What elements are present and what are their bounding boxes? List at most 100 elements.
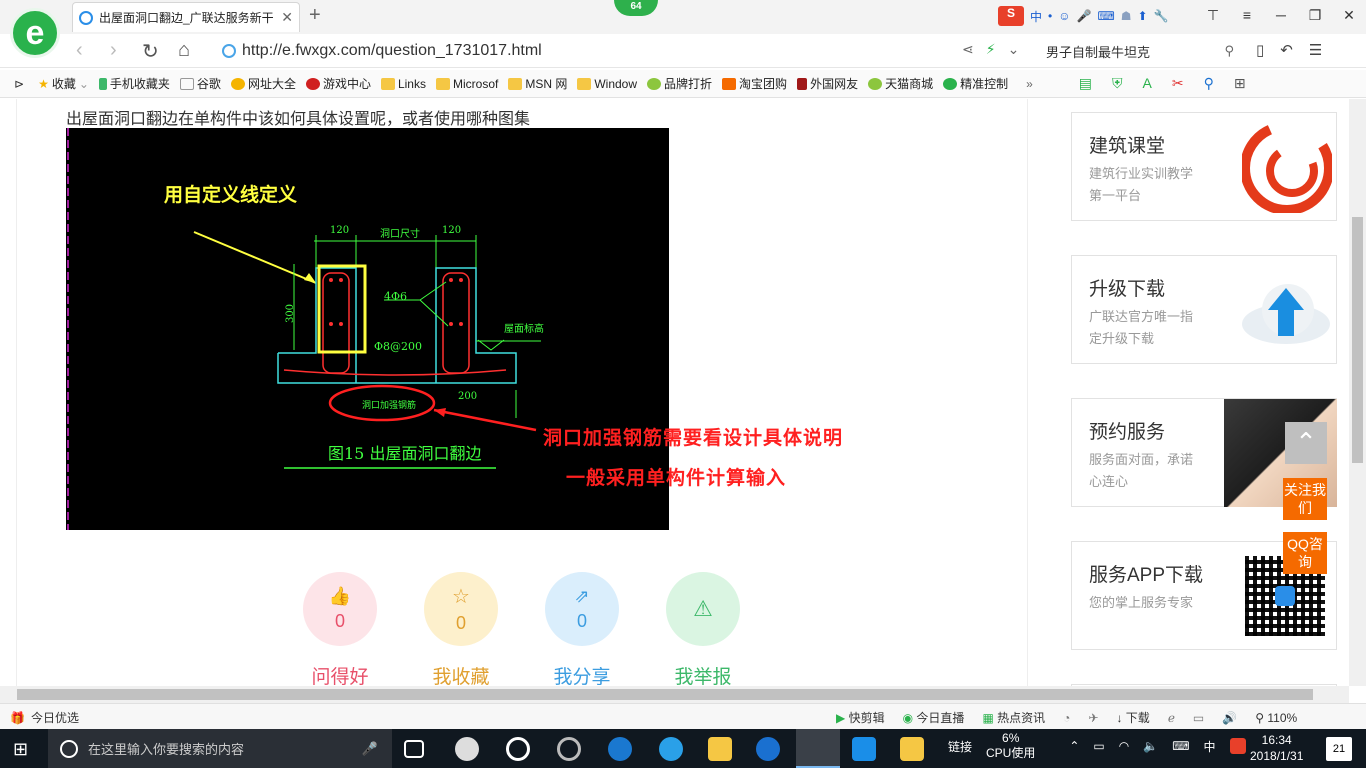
bookmark-item[interactable]: Window	[577, 77, 637, 91]
volume-icon[interactable]: 🔊	[1222, 711, 1237, 725]
like-action[interactable]: 👍 0 问得好	[303, 572, 377, 686]
tray-chevron-icon[interactable]: ⌃	[1069, 739, 1079, 753]
like-button[interactable]: 👍 0	[303, 572, 377, 646]
link-label[interactable]: 链接	[948, 738, 972, 755]
glodon-g-icon[interactable]	[756, 737, 780, 761]
bookmark-item[interactable]: MSN 网	[508, 75, 567, 92]
sogou-tray-icon[interactable]	[1229, 738, 1246, 754]
find-icon[interactable]: ⚲	[1204, 75, 1214, 92]
browser-logo-icon[interactable]: e	[10, 8, 60, 58]
ime-indicator[interactable]: 中	[1204, 738, 1216, 755]
notes-app-icon[interactable]	[900, 737, 924, 761]
share-label[interactable]: 我分享	[545, 662, 619, 686]
bookmark-item[interactable]: 外国网友	[797, 75, 858, 92]
scissors-icon[interactable]: ✂	[1172, 75, 1184, 92]
status-item-download[interactable]: ↓ 下载	[1116, 709, 1149, 726]
bookmark-item[interactable]: 游戏中心	[305, 75, 371, 92]
bookmark-item[interactable]: Links	[380, 77, 426, 91]
lightning-icon[interactable]: ⚡	[986, 41, 996, 58]
window-icon[interactable]: ▭	[1193, 711, 1204, 725]
skin-icon[interactable]: ⬆	[1138, 9, 1148, 23]
bookmark-item[interactable]: ★ 收藏 ⌄	[38, 75, 89, 92]
menu-icon[interactable]: ≡	[1230, 0, 1264, 32]
speed-badge[interactable]: 64	[614, 0, 658, 16]
browser-e-icon[interactable]	[506, 737, 530, 761]
spiral-app-icon[interactable]	[557, 737, 581, 761]
active-browser-icon[interactable]	[796, 729, 840, 768]
ie-icon[interactable]: ℯ	[1168, 711, 1175, 725]
notification-center[interactable]: 21	[1326, 737, 1352, 761]
share-icon[interactable]: ⋖	[962, 41, 974, 58]
scrollbar-thumb[interactable]	[17, 689, 1313, 700]
sogou-icon[interactable]: S	[998, 6, 1024, 26]
bookmark-item[interactable]: 淘宝团购	[722, 75, 787, 92]
cpu-usage[interactable]: 6% CPU使用	[986, 731, 1035, 761]
like-label[interactable]: 问得好	[303, 662, 377, 686]
status-item-kuaijianji[interactable]: ▶ 快剪辑	[836, 709, 885, 726]
punct-icon[interactable]: •	[1048, 9, 1052, 23]
search-field[interactable]: 男子自制最牛坦克 ⚲	[1040, 38, 1240, 64]
taskbar-search[interactable]: 在这里输入你要搜索的内容 🎤	[48, 729, 392, 768]
zoom-level[interactable]: ⚲ 110%	[1255, 711, 1297, 725]
report-label[interactable]: 我举报	[666, 662, 740, 686]
back-button[interactable]: ‹	[76, 39, 83, 62]
user-icon[interactable]: ☗	[1121, 9, 1132, 23]
forward-button[interactable]: ›	[110, 39, 117, 62]
bookmark-item[interactable]: 天猫商城	[868, 75, 933, 92]
qq-consult-button[interactable]: QQ咨询	[1283, 532, 1327, 574]
undo-icon[interactable]: ↶	[1280, 41, 1293, 59]
more-icon[interactable]: ☰	[1309, 41, 1322, 59]
card-building-class[interactable]: 建筑课堂 建筑行业实训教学第一平台	[1071, 112, 1337, 221]
ie-icon[interactable]	[659, 737, 683, 761]
keyboard-icon[interactable]: ⌨	[1172, 739, 1189, 753]
fan-app-icon[interactable]	[455, 737, 479, 761]
status-item-live[interactable]: ◉ 今日直播	[903, 709, 965, 726]
collect-action[interactable]: ☆ 0 我收藏	[424, 572, 498, 686]
search-icon[interactable]: ⚲	[1224, 43, 1234, 59]
tab-close-icon[interactable]: ✕	[281, 9, 293, 26]
chevron-down-icon[interactable]: ⌄	[1008, 41, 1020, 58]
translate-icon[interactable]: A	[1143, 75, 1152, 92]
apps-icon[interactable]: ⊞	[1234, 75, 1246, 92]
shield-icon[interactable]: ⛨	[1112, 75, 1123, 92]
pin-icon[interactable]: ✈	[1088, 711, 1098, 725]
restore-button[interactable]: ❐	[1298, 0, 1332, 32]
card-upgrade-download[interactable]: 升级下载 广联达官方唯一指定升级下载	[1071, 255, 1337, 364]
vertical-scrollbar[interactable]	[1349, 99, 1366, 686]
task-view-icon[interactable]	[404, 740, 424, 758]
speed-icon[interactable]: ◔	[1063, 711, 1070, 725]
new-tab-button[interactable]: +	[309, 4, 321, 27]
search-query[interactable]: 男子自制最牛坦克	[1046, 42, 1150, 61]
status-item-news[interactable]: ▦ 热点资讯	[982, 709, 1045, 726]
blue-cross-app-icon[interactable]	[852, 737, 876, 761]
close-window-button[interactable]: ✕	[1332, 0, 1366, 32]
phone-icon[interactable]: ▯	[1256, 41, 1264, 59]
bookmark-item[interactable]: 手机收藏夹	[98, 75, 170, 92]
bookmark-item[interactable]: 精准控制	[943, 75, 1008, 92]
file-explorer-icon[interactable]	[708, 737, 732, 761]
taskbar-search-placeholder[interactable]: 在这里输入你要搜索的内容	[88, 739, 244, 758]
wifi-icon[interactable]: ◠	[1119, 739, 1129, 753]
report-action[interactable]: ⚠ 我举报	[666, 572, 740, 686]
follow-us-button[interactable]: 关注我们	[1283, 478, 1327, 520]
windows-start-icon[interactable]: ⊞	[13, 739, 28, 760]
collect-label[interactable]: 我收藏	[424, 662, 498, 686]
share-button[interactable]: ⇗ 0	[545, 572, 619, 646]
browser-tab[interactable]: 出屋面洞口翻边_广联达服务新干 ✕	[72, 2, 300, 32]
ime-lang-icon[interactable]: 中	[1030, 8, 1042, 25]
shirt-icon[interactable]: ⊤	[1196, 0, 1230, 32]
horizontal-scrollbar[interactable]	[0, 686, 1349, 703]
more-bookmarks-icon[interactable]: »	[1026, 77, 1033, 91]
status-left-label[interactable]: 今日优选	[31, 709, 79, 726]
collect-button[interactable]: ☆ 0	[424, 572, 498, 646]
back-to-top-button[interactable]: ⌃	[1285, 422, 1327, 464]
bookmark-item[interactable]: 品牌打折	[647, 75, 712, 92]
url-text[interactable]: http://e.fwxgx.com/question_1731017.html	[242, 42, 542, 60]
minimize-button[interactable]: ─	[1264, 0, 1298, 32]
battery-icon[interactable]: ▭	[1093, 739, 1104, 753]
report-button[interactable]: ⚠	[666, 572, 740, 646]
bookmark-item[interactable]: 谷歌	[179, 75, 221, 92]
keyboard-icon[interactable]: ⌨	[1097, 9, 1114, 23]
sidebar-toggle-icon[interactable]: ⊳	[14, 77, 24, 91]
share-action[interactable]: ⇗ 0 我分享	[545, 572, 619, 686]
